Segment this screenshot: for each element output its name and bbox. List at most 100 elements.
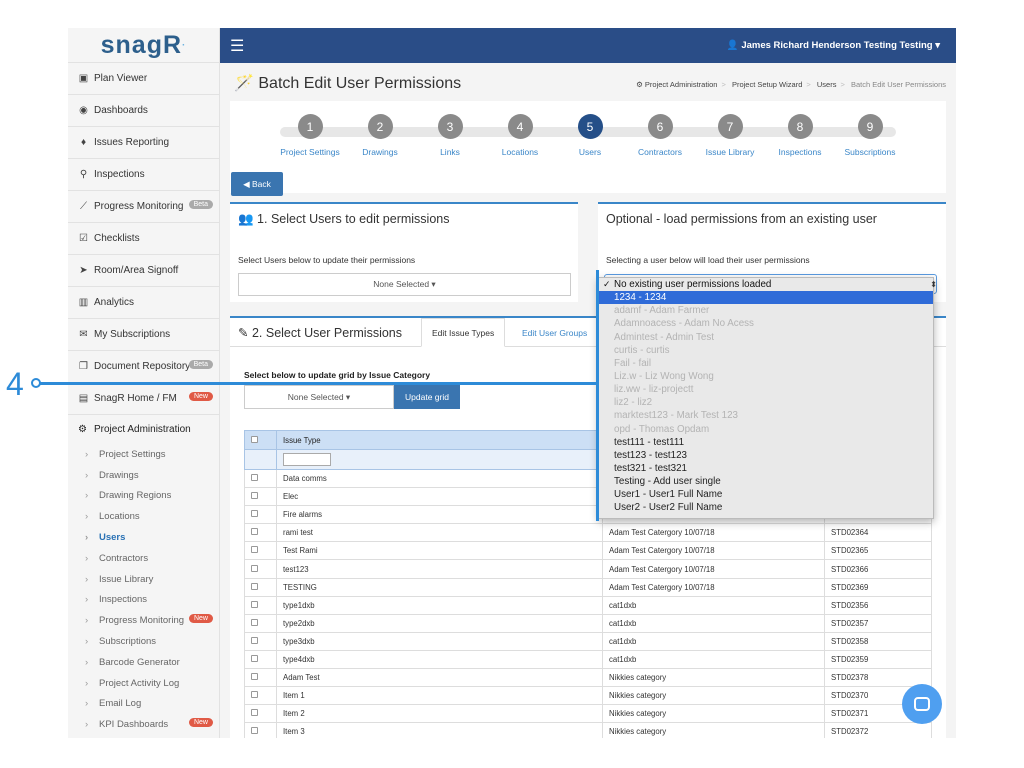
sidebar-item-checklists[interactable]: ☑ Checklists — [68, 222, 219, 254]
sidebar-item-room-area-signoff[interactable]: ➤ Room/Area Signoff — [68, 254, 219, 286]
sidebar-subitem-drawing-regions[interactable]: › Drawing Regions — [68, 486, 219, 507]
sidebar-subitem-contractors[interactable]: › Contractors — [68, 548, 219, 569]
sidebar-subitem-drawings[interactable]: › Drawings — [68, 465, 219, 486]
hamburger-menu-icon[interactable]: ☰ — [230, 36, 244, 56]
sidebar-subitem-label: Subscriptions — [99, 636, 157, 648]
sidebar-subitem-inspections[interactable]: › Inspections — [68, 590, 219, 611]
table-row[interactable]: TESTING Adam Test Catergory 10/07/18 STD02… — [244, 577, 932, 597]
sidebar-item-label: My Subscriptions — [94, 329, 171, 340]
wizard-step-issue-library[interactable]: 7 Issue Library — [690, 114, 770, 157]
dropdown-option[interactable]: User2 - User2 Full Name — [599, 501, 933, 514]
sidebar-item-plan-viewer[interactable]: ▣ Plan Viewer — [68, 62, 219, 94]
tab-edit-issue-types[interactable]: Edit Issue Types — [421, 318, 506, 347]
sidebar-item-progress-monitoring[interactable]: ⟋ Progress Monitoring Beta — [68, 190, 219, 222]
panel-title-text: 2. Select User Permissions — [251, 326, 403, 340]
sidebar-item-issues-reporting[interactable]: ♦ Issues Reporting — [68, 126, 219, 158]
sidebar-item-my-subscriptions[interactable]: ✉ My Subscriptions — [68, 318, 219, 350]
table-row[interactable]: test123 Adam Test Catergory 10/07/18 STD02… — [244, 559, 932, 579]
row-checkbox[interactable] — [251, 546, 258, 554]
dropdown-option[interactable]: test123 - test123 — [599, 449, 933, 462]
sidebar-subitem-email-log[interactable]: › Email Log — [68, 694, 219, 715]
wizard-step-project-settings[interactable]: 1 Project Settings — [270, 114, 350, 157]
row-checkbox[interactable] — [251, 600, 258, 608]
chevron-right-icon: › — [85, 677, 89, 689]
sidebar-item-analytics[interactable]: ▥ Analytics — [68, 286, 219, 318]
table-row[interactable]: type4dxb cat1dxb STD02359 — [244, 649, 932, 670]
snagr-logo[interactable]: snagR · — [68, 28, 219, 62]
table-row[interactable]: Item 2 Nikkies category STD02371 — [244, 704, 932, 724]
table-row[interactable]: rami test Adam Test Catergory 10/07/18 STD… — [244, 523, 932, 543]
user-menu[interactable]: 👤 James Richard Henderson Testing Testin… — [727, 40, 940, 51]
table-row[interactable]: type3dxb cat1dxb STD02358 — [244, 631, 932, 651]
dropdown-option[interactable]: 1234 - 1234 — [599, 291, 933, 305]
row-checkbox[interactable] — [251, 654, 258, 662]
chat-launcher-button[interactable] — [902, 684, 942, 724]
row-checkbox[interactable] — [251, 492, 258, 500]
breadcrumb-users[interactable]: Users — [817, 80, 837, 89]
issue-type-filter-input[interactable] — [283, 453, 331, 466]
sidebar-item-inspections[interactable]: ⚲ Inspections — [68, 158, 219, 190]
sidebar-subitem-kpi-dashboards[interactable]: › KPI Dashboards New — [68, 714, 219, 735]
chevron-right-icon: › — [85, 656, 89, 668]
dropdown-option[interactable]: test111 - test111 — [599, 436, 933, 449]
dropdown-option[interactable]: ✓ No existing user permissions loaded — [599, 278, 933, 291]
sidebar-subitem-project-settings[interactable]: › Project Settings — [68, 444, 219, 465]
breadcrumb-project-administration[interactable]: Project Administration — [645, 80, 718, 89]
wizard-step-inspections[interactable]: 8 Inspections — [760, 114, 840, 157]
row-checkbox[interactable] — [251, 618, 258, 626]
table-row[interactable]: type1dxb cat1dxb STD02356 — [244, 595, 932, 615]
sidebar-item-dashboards[interactable]: ◉ Dashboards — [68, 94, 219, 126]
row-checkbox[interactable] — [251, 636, 258, 644]
dropdown-option[interactable]: User1 - User1 Full Name — [599, 488, 933, 501]
dropdown-option[interactable]: Testing - Add user single — [599, 475, 933, 488]
sidebar-subitem-progress-monitoring[interactable]: › Progress Monitoring New — [68, 610, 219, 631]
table-row[interactable]: type2dxb cat1dxb STD02357 — [244, 613, 932, 633]
row-checkbox[interactable] — [251, 510, 258, 518]
row-checkbox[interactable] — [251, 528, 258, 536]
table-row[interactable]: Adam Test Nikkies category STD02378 — [244, 668, 932, 688]
user-name: James Richard Henderson Testing Testing … — [741, 40, 940, 51]
dropdown-option: marktest123 - Mark Test 123 — [599, 409, 933, 422]
sidebar-subitem-users[interactable]: › Users — [68, 527, 219, 548]
sidebar-item-label: Progress Monitoring — [94, 201, 184, 212]
wizard-step-contractors[interactable]: 6 Contractors — [620, 114, 700, 157]
select-all-checkbox[interactable] — [251, 435, 258, 443]
breadcrumb-project-setup-wizard[interactable]: Project Setup Wizard — [732, 80, 802, 89]
wizard-step-users[interactable]: 5 Users — [550, 114, 630, 157]
row-checkbox[interactable] — [251, 582, 258, 590]
sidebar-item-document-repository[interactable]: ❐ Document Repository Beta — [68, 350, 219, 382]
row-checkbox[interactable] — [251, 564, 258, 572]
bar-chart-icon: ▥ — [78, 297, 89, 308]
row-checkbox[interactable] — [251, 691, 258, 699]
annotation-dot — [31, 378, 41, 388]
row-checkbox[interactable] — [251, 727, 258, 735]
sidebar-subitem-project-activity-log[interactable]: › Project Activity Log — [68, 673, 219, 694]
update-grid-button[interactable]: Update grid — [394, 385, 460, 409]
back-button[interactable]: ◀ Back — [231, 172, 283, 196]
chevron-right-icon: › — [85, 698, 89, 710]
row-checkbox[interactable] — [251, 673, 258, 681]
sidebar-subitem-barcode-generator[interactable]: › Barcode Generator — [68, 652, 219, 673]
tab-edit-user-groups[interactable]: Edit User Groups — [512, 318, 597, 347]
row-checkbox[interactable] — [251, 474, 258, 482]
cogs-icon: ⚙ — [636, 80, 645, 89]
table-row[interactable]: Item 1 Nikkies category STD02370 — [244, 686, 932, 706]
wizard-step-links[interactable]: 3 Links — [410, 114, 490, 157]
sidebar-item-snagr-home-fm[interactable]: ▤ SnagR Home / FM New — [68, 382, 219, 414]
sidebar-subitem-locations[interactable]: › Locations — [68, 506, 219, 527]
sidebar-subitem-issue-library[interactable]: › Issue Library — [68, 569, 219, 590]
users-multiselect[interactable]: None Selected ▾ — [238, 273, 571, 296]
table-row[interactable]: Test Rami Adam Test Catergory 10/07/18 STD… — [244, 541, 932, 561]
column-header-issue-type[interactable]: Issue Type — [276, 430, 603, 450]
wizard-step-locations[interactable]: 4 Locations — [480, 114, 560, 157]
issue-category-multiselect[interactable]: None Selected ▾ — [244, 385, 394, 409]
sidebar-subitem-subscriptions[interactable]: › Subscriptions — [68, 631, 219, 652]
select-all-cell[interactable] — [244, 430, 277, 450]
table-row[interactable]: Item 3 Nikkies category STD02372 — [244, 722, 932, 738]
breadcrumb: ⚙ Project Administration > Project Setup … — [636, 80, 946, 89]
wizard-step-subscriptions[interactable]: 9 Subscriptions — [830, 114, 910, 157]
row-checkbox[interactable] — [251, 709, 258, 717]
dropdown-option[interactable]: test321 - test321 — [599, 462, 933, 475]
wizard-step-drawings[interactable]: 2 Drawings — [340, 114, 420, 157]
sidebar-section-project-administration[interactable]: ⚙ Project Administration — [68, 414, 219, 444]
